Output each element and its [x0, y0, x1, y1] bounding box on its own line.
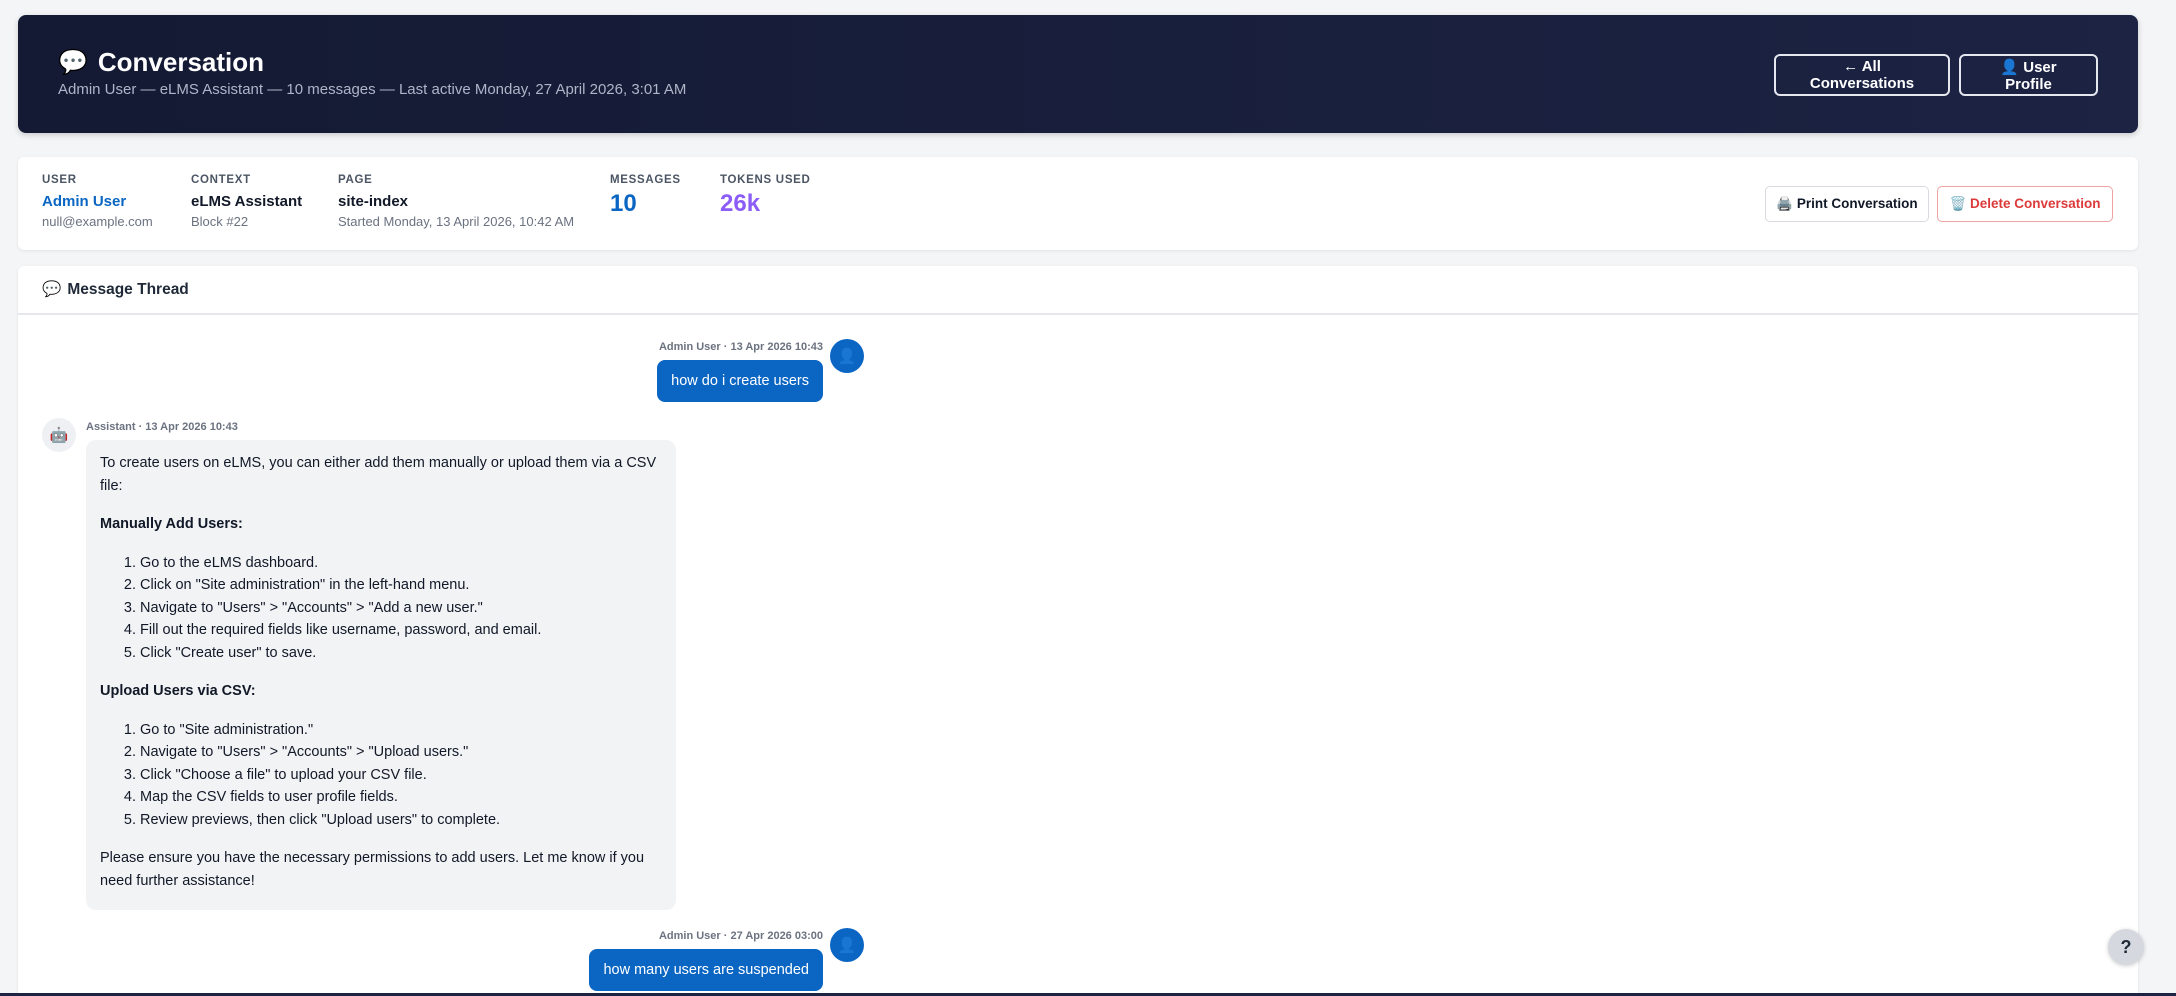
message-meta: Assistant · 13 Apr 2026 10:43	[86, 421, 238, 433]
list-item: Click "Choose a file" to upload your CSV…	[140, 764, 662, 787]
tokens-field: TOKENS USED 26k	[720, 174, 811, 218]
messages-count: 10	[610, 190, 637, 217]
list-item: Go to "Site administration."	[140, 719, 662, 742]
context-value: eLMS Assistant	[191, 193, 303, 210]
tokens-count: 26k	[720, 190, 761, 217]
message-thread-title: Message Thread	[67, 280, 189, 298]
help-icon: ?	[2120, 936, 2132, 957]
user-label: USER	[42, 174, 77, 186]
page-value: site-index	[338, 193, 409, 210]
page-title-text: Conversation	[97, 47, 265, 77]
list-item: Click "Create user" to save.	[140, 642, 662, 665]
list-item: Navigate to "Users" > "Accounts" > "Uplo…	[140, 741, 662, 764]
section-heading: Upload Users via CSV:	[100, 683, 256, 699]
message-thread-card: 💬 Message Thread Admin User · 13 Apr 202…	[18, 266, 2138, 996]
csv-steps-list: Go to "Site administration." Navigate to…	[140, 719, 662, 832]
message-meta: Admin User · 27 Apr 2026 03:00	[658, 930, 823, 942]
messages-field: MESSAGES 10	[610, 174, 681, 218]
page-field: PAGE site-index Started Monday, 13 April…	[338, 174, 574, 229]
page-title: 💬 Conversation	[58, 47, 264, 78]
list-item: Fill out the required fields like userna…	[140, 619, 662, 642]
list-item: Navigate to "Users" > "Accounts" > "Add …	[140, 597, 662, 620]
robot-icon: 🤖	[49, 427, 69, 444]
speech-bubble-icon: 💬	[58, 49, 88, 76]
assistant-intro: To create users on eLMS, you can either …	[100, 455, 657, 494]
print-conversation-button[interactable]: 🖨️ Print Conversation	[1765, 186, 1929, 222]
user-avatar: 👤	[830, 339, 864, 373]
tokens-label: TOKENS USED	[720, 174, 811, 186]
user-name-link[interactable]: Admin User	[42, 193, 153, 210]
help-button[interactable]: ?	[2108, 929, 2144, 965]
user-email: null@example.com	[42, 214, 153, 229]
user-icon: 👤	[837, 348, 857, 365]
all-conversations-button[interactable]: ← All Conversations	[1774, 54, 1950, 96]
conversation-summary: Admin User — eLMS Assistant — 10 message…	[58, 81, 687, 98]
user-profile-button[interactable]: 👤 User Profile	[1959, 54, 2098, 96]
manual-steps-list: Go to the eLMS dashboard. Click on "Site…	[140, 552, 662, 665]
section-heading: Manually Add Users:	[100, 516, 243, 532]
assistant-outro: Please ensure you have the necessary per…	[100, 850, 645, 889]
context-field: CONTEXT eLMS Assistant Block #22	[191, 174, 302, 229]
speech-bubble-icon: 💬	[42, 281, 62, 298]
user-avatar: 👤	[830, 928, 864, 962]
page-label: PAGE	[338, 174, 373, 186]
message-thread-header: 💬 Message Thread	[18, 266, 2138, 315]
conversation-info-card: USER Admin User null@example.com CONTEXT…	[18, 157, 2138, 250]
list-item: Click on "Site administration" in the le…	[140, 574, 662, 597]
context-block: Block #22	[191, 214, 249, 229]
context-label: CONTEXT	[191, 174, 251, 186]
started-date: Started Monday, 13 April 2026, 10:42 AM	[338, 214, 575, 229]
assistant-message-bubble: To create users on eLMS, you can either …	[86, 440, 676, 910]
user-message-bubble: how do i create users	[657, 360, 823, 402]
assistant-avatar: 🤖	[42, 418, 76, 452]
list-item: Map the CSV fields to user profile field…	[140, 786, 662, 809]
conversation-header: 💬 Conversation Admin User — eLMS Assista…	[18, 15, 2138, 133]
user-icon: 👤	[837, 937, 857, 954]
user-message-bubble: how many users are suspended	[589, 949, 823, 991]
messages-label: MESSAGES	[610, 174, 681, 186]
user-field: USER Admin User null@example.com	[42, 174, 153, 229]
delete-conversation-button[interactable]: 🗑️ Delete Conversation	[1937, 186, 2113, 222]
message-meta: Admin User · 13 Apr 2026 10:43	[658, 341, 823, 353]
list-item: Review previews, then click "Upload user…	[140, 809, 662, 832]
list-item: Go to the eLMS dashboard.	[140, 552, 662, 575]
